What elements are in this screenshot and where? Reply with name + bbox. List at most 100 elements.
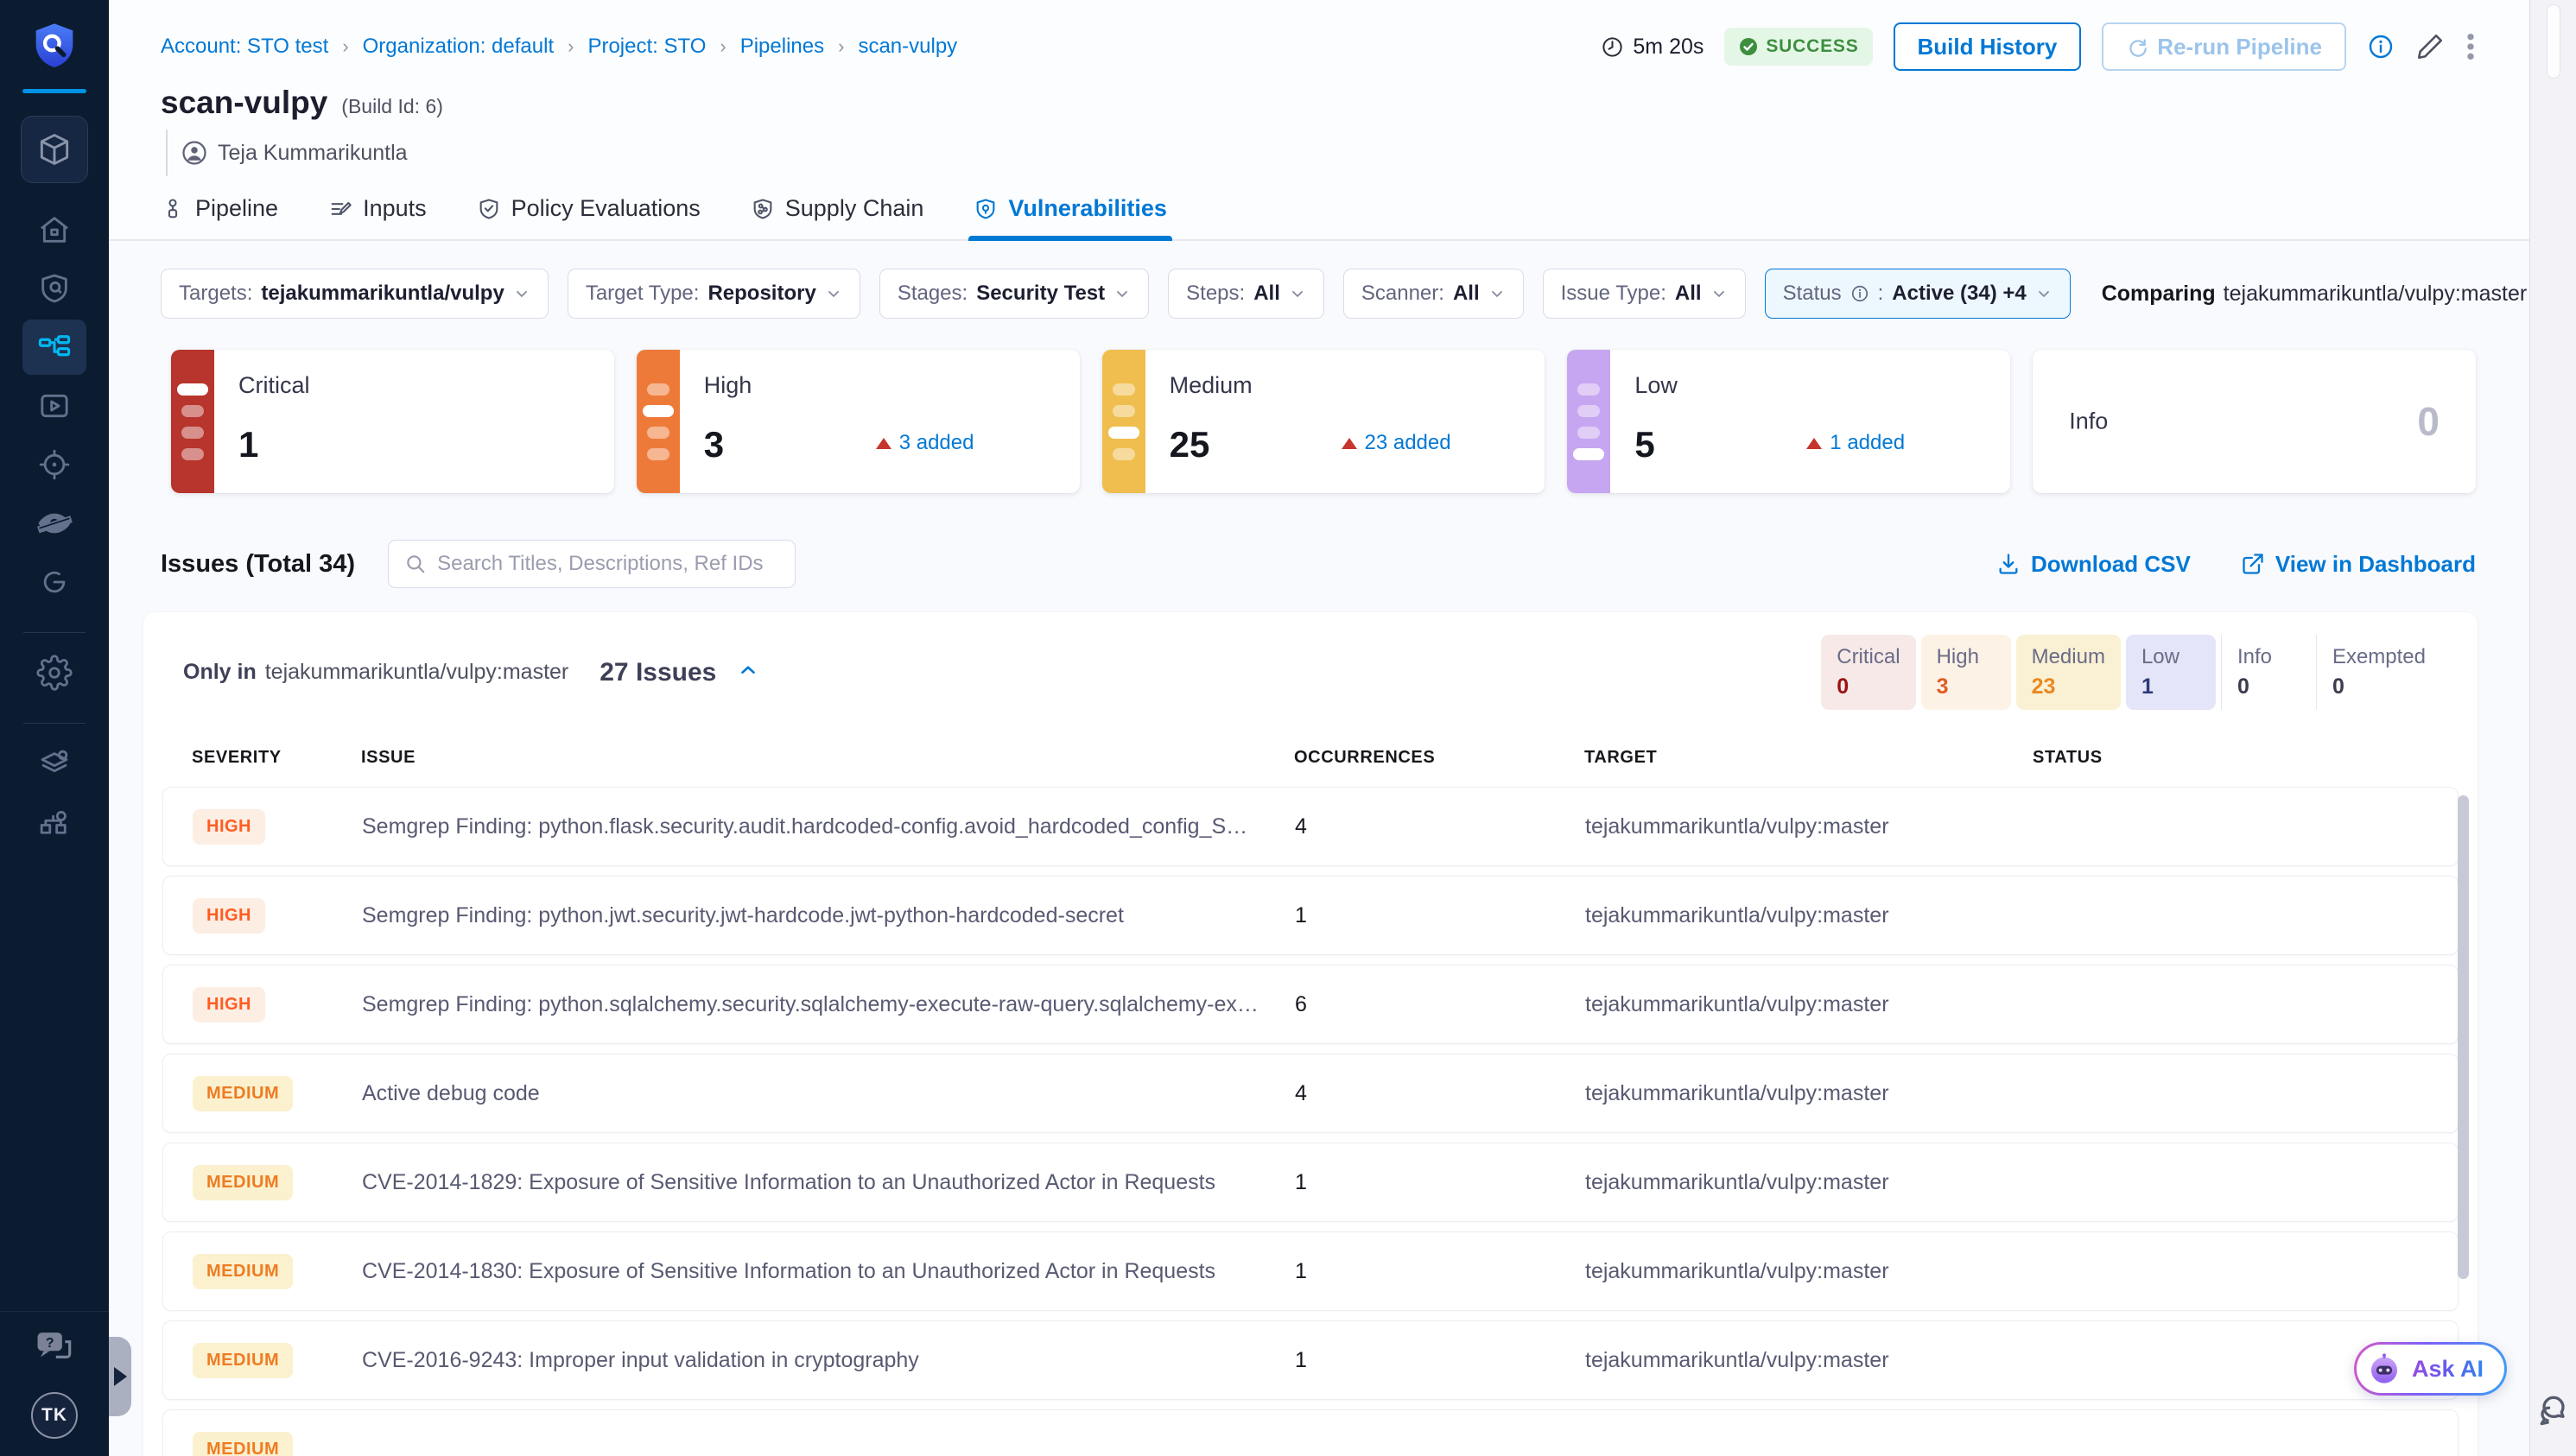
chip-high[interactable]: High3	[1921, 635, 2011, 710]
main-content: Account: STO test›Organization: default›…	[109, 0, 2529, 1456]
support-chat-button[interactable]	[2535, 1391, 2573, 1434]
severity-gauge-bar	[177, 383, 208, 396]
download-csv-link[interactable]: Download CSV	[1996, 551, 2191, 578]
severity-gauge	[1102, 350, 1145, 493]
chip-critical[interactable]: Critical 0	[1821, 635, 1915, 710]
issue-title: CVE-2014-1830: Exposure of Sensitive Inf…	[362, 1259, 1295, 1284]
module-selector-button[interactable]	[21, 116, 88, 183]
sidebar-item-executions[interactable]	[22, 378, 86, 434]
tab-label: Inputs	[363, 195, 427, 222]
issue-row[interactable]: MEDIUM	[162, 1409, 2459, 1456]
table-scrollbar[interactable]	[2458, 795, 2469, 1279]
severity-badge: HIGH	[193, 809, 265, 845]
chip-low[interactable]: Low1	[2126, 635, 2216, 710]
sidebar-item-overview[interactable]	[22, 261, 86, 316]
page-scrollbar-gutter	[2529, 0, 2576, 1456]
filter-target-type[interactable]: Target Type: Repository	[568, 269, 860, 319]
chip-count: 3	[1937, 674, 1995, 700]
user-avatar[interactable]: TK	[31, 1392, 78, 1439]
severity-card-critical[interactable]: Critical1	[171, 350, 614, 493]
breadcrumb-link-scan-vulpy[interactable]: scan-vulpy	[858, 35, 957, 59]
filter-issue-type[interactable]: Issue Type:All	[1543, 269, 1746, 319]
issue-row[interactable]: HIGHSemgrep Finding: python.sqlalchemy.s…	[162, 965, 2459, 1044]
severity-card-info[interactable]: Info0	[2033, 350, 2476, 493]
sidebar-item-test-targets[interactable]	[22, 496, 86, 551]
severity-card-medium[interactable]: Medium2523 added	[1102, 350, 1545, 493]
issue-row[interactable]: HIGHSemgrep Finding: python.jwt.security…	[162, 876, 2459, 955]
issue-target: tejakummarikuntla/vulpy:master	[1585, 1170, 2034, 1195]
chip-label: Critical	[1837, 645, 1900, 669]
sidebar-item-default-settings[interactable]	[22, 736, 86, 791]
chevron-down-icon	[2035, 285, 2053, 302]
rerun-pipeline-button[interactable]: Re-run Pipeline	[2102, 22, 2346, 71]
issue-occurrences: 4	[1295, 814, 1585, 839]
sidebar-item-org-settings[interactable]	[22, 794, 86, 850]
severity-card-high[interactable]: High33 added	[637, 350, 1080, 493]
sidebar-expand-handle[interactable]	[109, 1337, 131, 1416]
filter-status[interactable]: Status:Active (34) +4	[1765, 269, 2071, 319]
sidebar-item-home[interactable]	[22, 202, 86, 257]
filter-stages[interactable]: Stages:Security Test	[879, 269, 1149, 319]
tabs: Pipeline Inputs Policy Evaluations Supply C…	[161, 195, 2476, 239]
more-options-button[interactable]	[2465, 32, 2476, 61]
chip-info[interactable]: Info0	[2221, 635, 2311, 710]
sidebar-item-settings[interactable]	[22, 645, 86, 700]
view-in-dashboard-link[interactable]: View in Dashboard	[2241, 551, 2476, 578]
issue-title: Semgrep Finding: python.sqlalchemy.secur…	[362, 992, 1295, 1017]
sidebar-divider	[0, 1311, 109, 1312]
chip-label: Info	[2237, 645, 2295, 669]
issue-occurrences: 1	[1295, 903, 1585, 928]
tab-pipeline[interactable]: Pipeline	[161, 195, 278, 239]
severity-card-low[interactable]: Low51 added	[1567, 350, 2010, 493]
issue-row[interactable]: MEDIUMCVE-2014-1829: Exposure of Sensiti…	[162, 1143, 2459, 1222]
filter-steps[interactable]: Steps:All	[1168, 269, 1324, 319]
tab-label: Policy Evaluations	[511, 195, 701, 222]
severity-gauge-bar	[1577, 383, 1600, 396]
refresh-icon	[2126, 35, 2148, 58]
issues-table: HIGHSemgrep Finding: python.flask.securi…	[162, 787, 2459, 1456]
issue-row[interactable]: MEDIUMActive debug code4tejakummarikuntl…	[162, 1054, 2459, 1133]
chip-exempted[interactable]: Exempted0	[2316, 635, 2441, 710]
issue-target: tejakummarikuntla/vulpy:master	[1585, 814, 2034, 839]
issue-row[interactable]: HIGHSemgrep Finding: python.flask.securi…	[162, 787, 2459, 866]
edit-pipeline-button[interactable]	[2415, 32, 2445, 61]
breadcrumb-link-account-sto-test[interactable]: Account: STO test	[161, 35, 328, 59]
ask-ai-button[interactable]: Ask AI	[2354, 1342, 2507, 1396]
issue-row[interactable]: MEDIUMCVE-2014-1830: Exposure of Sensiti…	[162, 1231, 2459, 1311]
issue-row[interactable]: MEDIUMCVE-2016-9243: Improper input vali…	[162, 1320, 2459, 1400]
content-area: Targets:tejakummarikuntla/vulpy Target Ty…	[109, 241, 2529, 1456]
breadcrumb-link-organization-default[interactable]: Organization: default	[363, 35, 554, 59]
column-header-status: STATUS	[2033, 748, 2433, 768]
chip-count: 0	[1837, 674, 1900, 700]
filter-value: Repository	[707, 282, 815, 306]
chip-medium[interactable]: Medium23	[2016, 635, 2121, 710]
issue-target: tejakummarikuntla/vulpy:master	[1585, 1259, 2034, 1284]
issues-search-input[interactable]	[437, 552, 779, 576]
filter-value: tejakummarikuntla/vulpy	[261, 282, 504, 306]
tab-supply-chain[interactable]: Supply Chain	[751, 195, 924, 239]
sidebar-item-targets[interactable]	[22, 437, 86, 492]
triangle-up-icon	[1342, 438, 1357, 449]
tab-policy-evaluations[interactable]: Policy Evaluations	[477, 195, 701, 239]
sidebar-item-pipelines[interactable]	[22, 320, 86, 375]
help-button[interactable]: ?	[35, 1329, 74, 1368]
filter-separator: :	[1878, 282, 1884, 306]
breadcrumb-link-project-sto[interactable]: Project: STO	[587, 35, 706, 59]
severity-badge: MEDIUM	[193, 1165, 293, 1200]
issue-title: Semgrep Finding: python.jwt.security.jwt…	[362, 903, 1295, 928]
tab-vulnerabilities[interactable]: Vulnerabilities	[974, 195, 1167, 239]
filter-label: Target Type:	[586, 282, 700, 306]
sidebar-item-getting-started[interactable]	[22, 554, 86, 610]
harness-sto-logo	[27, 19, 82, 79]
severity-gauge	[1567, 350, 1610, 493]
page-scrollbar-thumb[interactable]	[2547, 4, 2560, 79]
tab-inputs[interactable]: Inputs	[328, 195, 427, 239]
breadcrumb-link-pipelines[interactable]: Pipelines	[740, 35, 824, 59]
filter-targets[interactable]: Targets:tejakummarikuntla/vulpy	[161, 269, 549, 319]
collapse-group-button[interactable]	[737, 659, 759, 686]
hierarchy-gear-icon	[36, 804, 73, 840]
pipeline-info-button[interactable]	[2367, 33, 2395, 60]
filter-label: Steps:	[1186, 282, 1245, 306]
filter-scanner[interactable]: Scanner:All	[1343, 269, 1524, 319]
build-history-button[interactable]: Build History	[1894, 22, 2082, 71]
